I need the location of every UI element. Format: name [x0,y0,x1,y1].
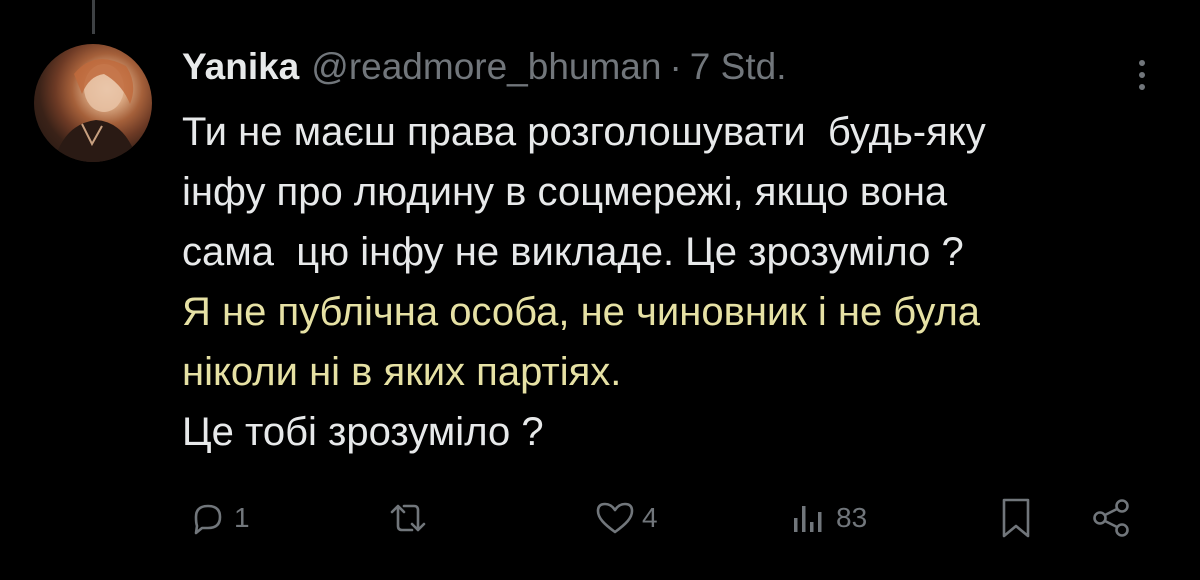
author-name[interactable]: Yanika [182,46,299,88]
reply-icon [188,498,228,538]
tweet-body: Ти не маєш права розголошувати будь-яку … [182,102,1162,462]
tweet-text-line: Ти не маєш права розголошувати будь-яку [182,110,986,154]
timestamp[interactable]: 7 Std. [690,46,787,88]
reply-button[interactable]: 1 [188,490,250,546]
retweet-button[interactable] [384,490,438,546]
retweet-icon [384,498,432,538]
share-icon [1090,496,1134,540]
views-count: 83 [836,502,868,533]
tweet-header: Yanika @readmore_bhuman · 7 Std. [182,46,1162,94]
views-icon [790,498,830,538]
tweet: Yanika @readmore_bhuman · 7 Std. Ти не м… [182,46,1162,462]
tweet-text-line: Це тобі зрозуміло ? [182,410,544,454]
like-count: 4 [642,502,658,533]
bookmark-icon [996,496,1036,540]
tweet-text-line-highlighted: Я не публічна особа, не чиновник і не бу… [182,290,981,334]
reply-count: 1 [234,502,250,533]
tweet-text-line: сама цю інфу не викладе. Це зрозуміло ? [182,230,964,274]
header-separator: · [669,46,682,87]
views-button[interactable]: 83 [790,490,867,546]
like-button[interactable]: 4 [594,490,658,546]
thread-connector-line [92,0,95,34]
tweet-text-line-highlighted: ніколи ні в яких партіях. [182,350,622,394]
author-handle[interactable]: @readmore_bhuman [311,46,661,88]
avatar[interactable] [34,44,152,162]
tweet-actions-bar: 1 4 83 [0,490,1200,546]
tweet-text-line: інфу про людину в соцмережі, якщо вона [182,170,948,214]
share-button[interactable] [1090,490,1134,546]
bookmark-button[interactable] [996,490,1036,546]
heart-icon [594,498,636,538]
